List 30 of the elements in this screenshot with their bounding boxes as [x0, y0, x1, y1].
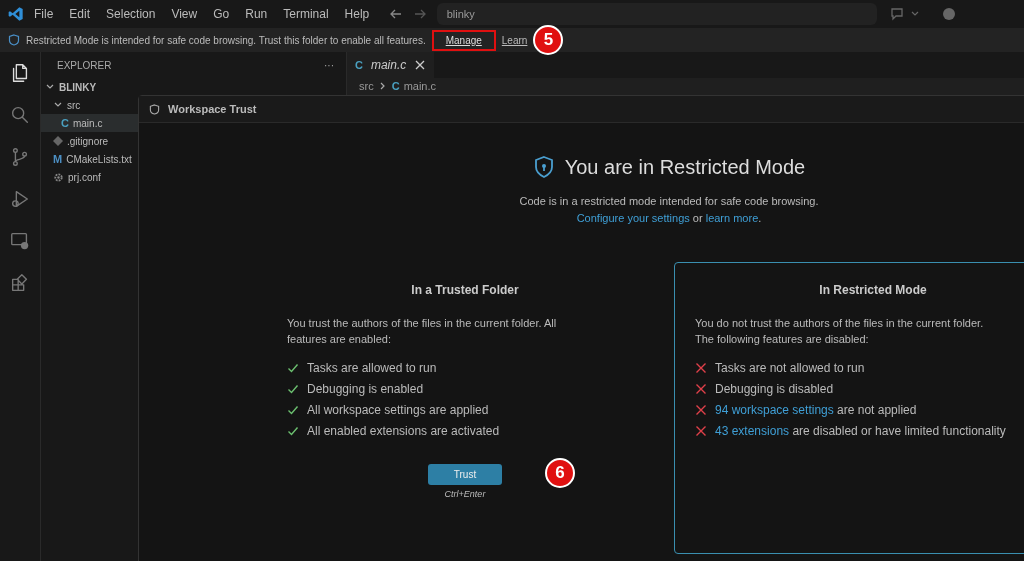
feature-text: All workspace settings are applied: [307, 403, 489, 417]
panel-description: You do not trust the authors of the files in the current folder. The following features are disabled:: [695, 316, 985, 347]
feature-text: Debugging is disabled: [715, 382, 834, 396]
feature-text: 43 extensions are disabled or have limited functionality: [715, 424, 1006, 438]
panel-description: You trust the authors of the files in the current folder. All features are enabled:: [287, 316, 558, 347]
file-type-label: C: [391, 80, 400, 92]
feature-text: Tasks are allowed to run: [307, 361, 437, 375]
file-type-label: C: [61, 117, 69, 129]
dialog-subtitle: Code is in a restricted mode intended for safe code browsing.: [519, 195, 819, 207]
file-name: CMakeLists.txt: [66, 153, 132, 165]
feature-text: Debugging is enabled: [307, 382, 424, 396]
feature-text: 94 workspace settings are not applied: [715, 403, 917, 417]
dialog-title: Workspace Trust: [168, 103, 257, 115]
step-marker: 5: [533, 25, 564, 55]
file-name: prj.conf: [68, 171, 101, 183]
file-name: main.c: [72, 117, 103, 129]
shortcut-hint: Ctrl+Enter: [444, 489, 486, 499]
file-name: src: [67, 99, 81, 111]
step-marker: 6: [545, 458, 575, 488]
file-type-label: M: [53, 153, 63, 165]
dialog-heading: You are in Restricted Mode: [564, 155, 806, 179]
panel-title: In a Trusted Folder: [410, 283, 520, 297]
settings-sentence: Configure your settings or learn more.: [576, 212, 762, 224]
file-name: BLINKY: [59, 81, 97, 93]
panel-title: In Restricted Mode: [818, 283, 928, 297]
file-name: .gitignore: [67, 135, 109, 147]
notice-text: Restricted Mode is intended for safe code browsing. Trust this folder to enable all features.: [26, 34, 426, 46]
explorer-title: EXPLORER: [57, 59, 112, 71]
feature-text: Tasks are not allowed to run: [715, 361, 865, 375]
feature-text: All enabled extensions are activated: [307, 424, 500, 438]
